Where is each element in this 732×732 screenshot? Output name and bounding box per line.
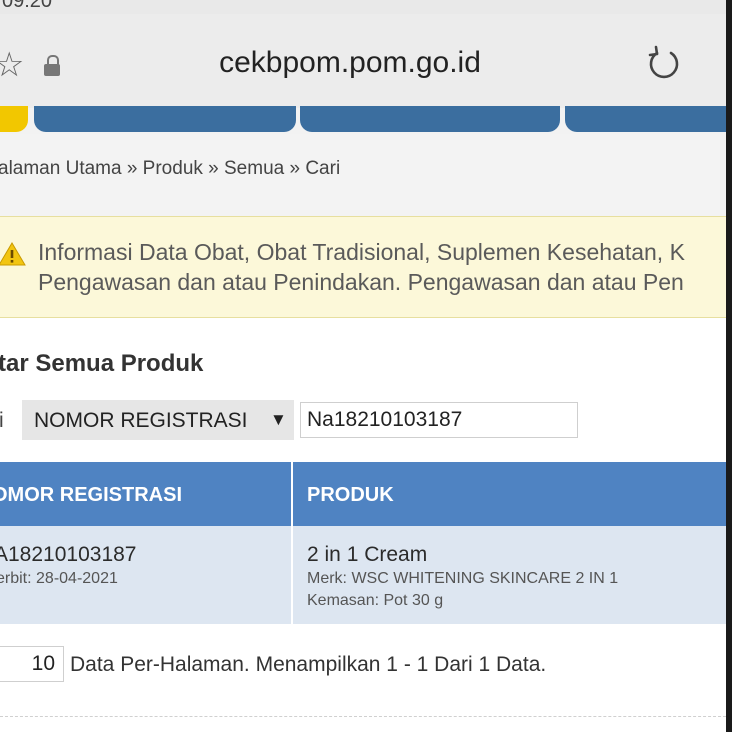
status-bar: 09:20 bbox=[0, 0, 726, 14]
table-row[interactable]: A18210103187 erbit: 28-04-2021 2 in 1 Cr… bbox=[0, 526, 726, 624]
page-title: ftar Semua Produk bbox=[0, 350, 204, 377]
cell-kemasan: Kemasan: Pot 30 g bbox=[307, 592, 444, 609]
search-input[interactable] bbox=[300, 402, 578, 438]
cell-nomor[interactable]: A18210103187 bbox=[0, 543, 136, 567]
per-page-input[interactable] bbox=[0, 646, 64, 682]
browser-page: 09:20 ☆ cekbpom.pom.go.id alaman Utama »… bbox=[0, 0, 726, 732]
search-label: ri bbox=[0, 409, 4, 432]
header-produk[interactable]: PRODUK bbox=[307, 484, 394, 507]
alert-text-line-1: Informasi Data Obat, Obat Tradisional, S… bbox=[38, 239, 685, 265]
select-value: NOMOR REGISTRASI bbox=[34, 409, 248, 432]
info-alert bbox=[0, 216, 726, 318]
divider bbox=[0, 716, 726, 717]
status-time: 09:20 bbox=[2, 0, 53, 12]
site-nav-tabs bbox=[0, 106, 726, 134]
url-text[interactable]: cekbpom.pom.go.id bbox=[0, 46, 700, 80]
dropdown-arrow-icon: ▼ bbox=[270, 410, 287, 429]
nav-tab-home[interactable] bbox=[0, 106, 28, 132]
breadcrumb: alaman Utama » Produk » Semua » Cari bbox=[0, 158, 341, 179]
alert-text-line-2: Pengawasan dan atau Penindakan. Pengawas… bbox=[38, 269, 684, 295]
warning-icon bbox=[0, 242, 26, 266]
header-nomor-registrasi[interactable]: OMOR REGISTRASI bbox=[0, 484, 182, 507]
table-header: OMOR REGISTRASI PRODUK bbox=[0, 462, 726, 526]
search-field-select[interactable]: NOMOR REGISTRASI ▼ bbox=[22, 400, 294, 440]
column-divider bbox=[291, 462, 293, 624]
cell-terbit: erbit: 28-04-2021 bbox=[0, 570, 118, 587]
cell-produk[interactable]: 2 in 1 Cream bbox=[307, 543, 427, 567]
reload-icon[interactable] bbox=[644, 44, 684, 84]
screen-edge bbox=[726, 0, 732, 732]
pagination-summary: Data Per-Halaman. Menampilkan 1 - 1 Dari… bbox=[70, 653, 547, 676]
nav-tab-2[interactable] bbox=[300, 106, 560, 132]
cell-merk: Merk: WSC WHITENING SKINCARE 2 IN 1 bbox=[307, 570, 619, 587]
address-bar[interactable]: ☆ cekbpom.pom.go.id bbox=[0, 14, 726, 109]
nav-tab-1[interactable] bbox=[34, 106, 296, 132]
nav-tab-3[interactable] bbox=[565, 106, 726, 132]
